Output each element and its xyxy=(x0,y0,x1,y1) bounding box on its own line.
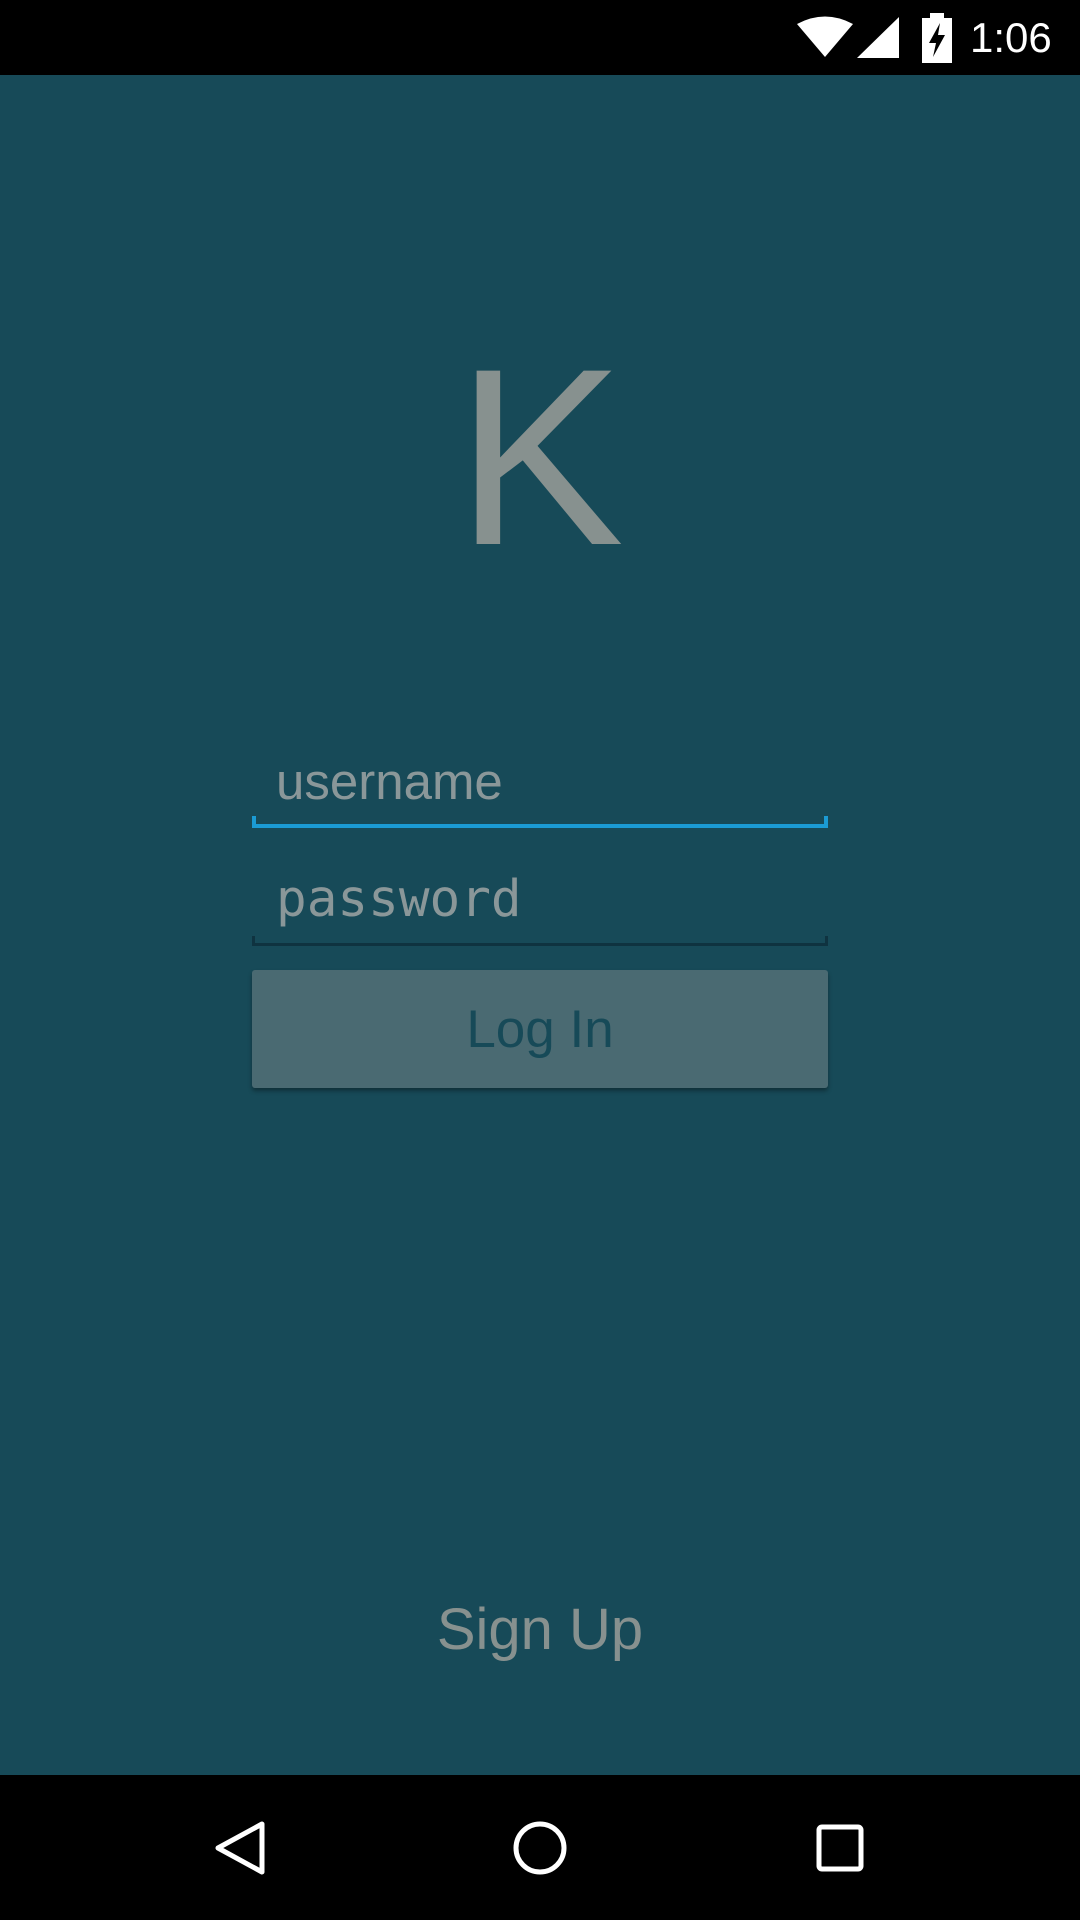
back-icon xyxy=(215,1821,265,1875)
recents-button[interactable] xyxy=(785,1793,895,1903)
status-bar: 1:06 xyxy=(0,0,1080,75)
navigation-bar xyxy=(0,1775,1080,1920)
cell-signal-icon xyxy=(857,17,899,58)
password-field[interactable] xyxy=(252,864,828,934)
battery-charging-icon xyxy=(922,13,952,63)
home-button[interactable] xyxy=(485,1793,595,1903)
home-icon xyxy=(513,1821,567,1875)
username-underline xyxy=(252,816,828,828)
wifi-icon xyxy=(797,16,853,57)
status-clock: 1:06 xyxy=(970,14,1052,61)
password-field-container xyxy=(252,864,828,946)
recents-icon xyxy=(816,1824,864,1872)
signup-link[interactable]: Sign Up xyxy=(0,1590,1080,1670)
username-field[interactable] xyxy=(252,746,828,816)
username-field-container xyxy=(252,746,828,828)
app-logo: K xyxy=(455,317,625,598)
password-underline xyxy=(252,936,828,946)
login-button[interactable]: Log In xyxy=(252,970,828,1088)
back-button[interactable] xyxy=(185,1793,295,1903)
